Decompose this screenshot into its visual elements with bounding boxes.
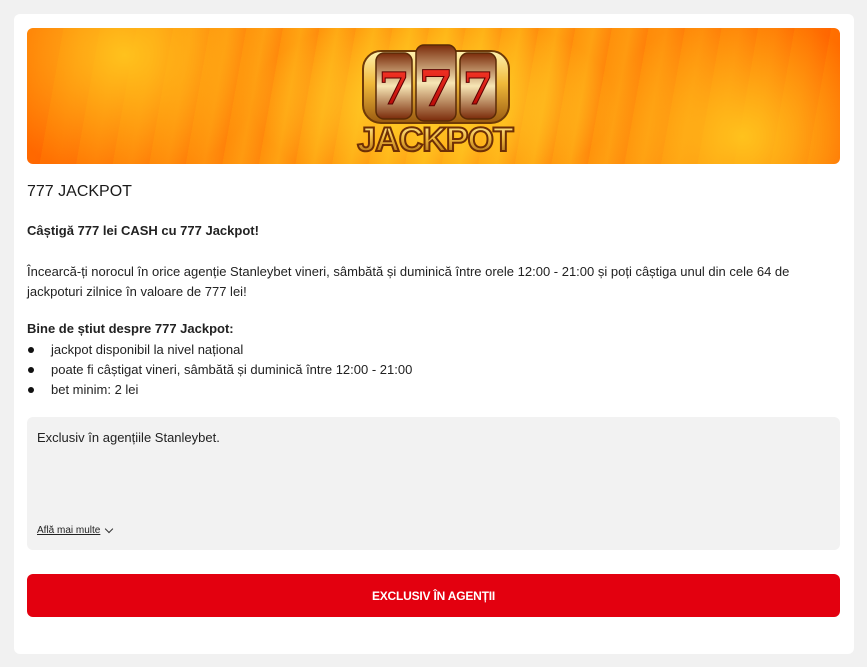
svg-text:7: 7 xyxy=(419,59,454,118)
promo-title: 777 JACKPOT xyxy=(27,183,132,200)
promo-description: Încearcă-ți norocul în orice agenție Sta… xyxy=(27,264,790,299)
bullet-icon xyxy=(28,387,34,393)
svg-text:JACKPOT: JACKPOT xyxy=(357,121,514,159)
list-item: poate fi câștigat vineri, sâmbătă și dum… xyxy=(27,360,412,380)
info-box: Exclusiv în agențiile Stanleybet. Află m… xyxy=(27,417,840,550)
list-item: jackpot disponibil la nivel național xyxy=(27,340,412,360)
chevron-down-icon xyxy=(105,524,114,534)
list-item-text: bet minim: 2 lei xyxy=(51,382,139,397)
learn-more-link[interactable]: Află mai multe xyxy=(37,524,114,536)
list-item-text: jackpot disponibil la nivel național xyxy=(51,342,244,357)
exclusive-in-agencies-button[interactable]: EXCLUSIV ÎN AGENȚII xyxy=(27,574,840,617)
info-text: Exclusiv în agențiile Stanleybet. xyxy=(37,430,220,445)
jackpot-logo: 7 7 7 JACKPOT xyxy=(356,44,516,159)
list-item: bet minim: 2 lei xyxy=(27,380,412,400)
promo-card: 7 7 7 JACKPOT 777 JACKPOT Câștigă 777 le… xyxy=(14,14,854,654)
promo-subheading: Bine de știut despre 777 Jackpot: xyxy=(27,321,234,336)
learn-more-label: Află mai multe xyxy=(37,525,101,536)
jackpot-banner: 7 7 7 JACKPOT xyxy=(27,28,840,164)
bullet-icon xyxy=(28,367,34,373)
svg-text:7: 7 xyxy=(463,64,494,115)
promo-bullet-list: jackpot disponibil la nivel național poa… xyxy=(27,340,412,400)
bullet-icon xyxy=(28,347,34,353)
svg-text:7: 7 xyxy=(379,64,410,115)
list-item-text: poate fi câștigat vineri, sâmbătă și dum… xyxy=(51,362,413,377)
promo-lead: Câștigă 777 lei CASH cu 777 Jackpot! xyxy=(27,223,259,238)
